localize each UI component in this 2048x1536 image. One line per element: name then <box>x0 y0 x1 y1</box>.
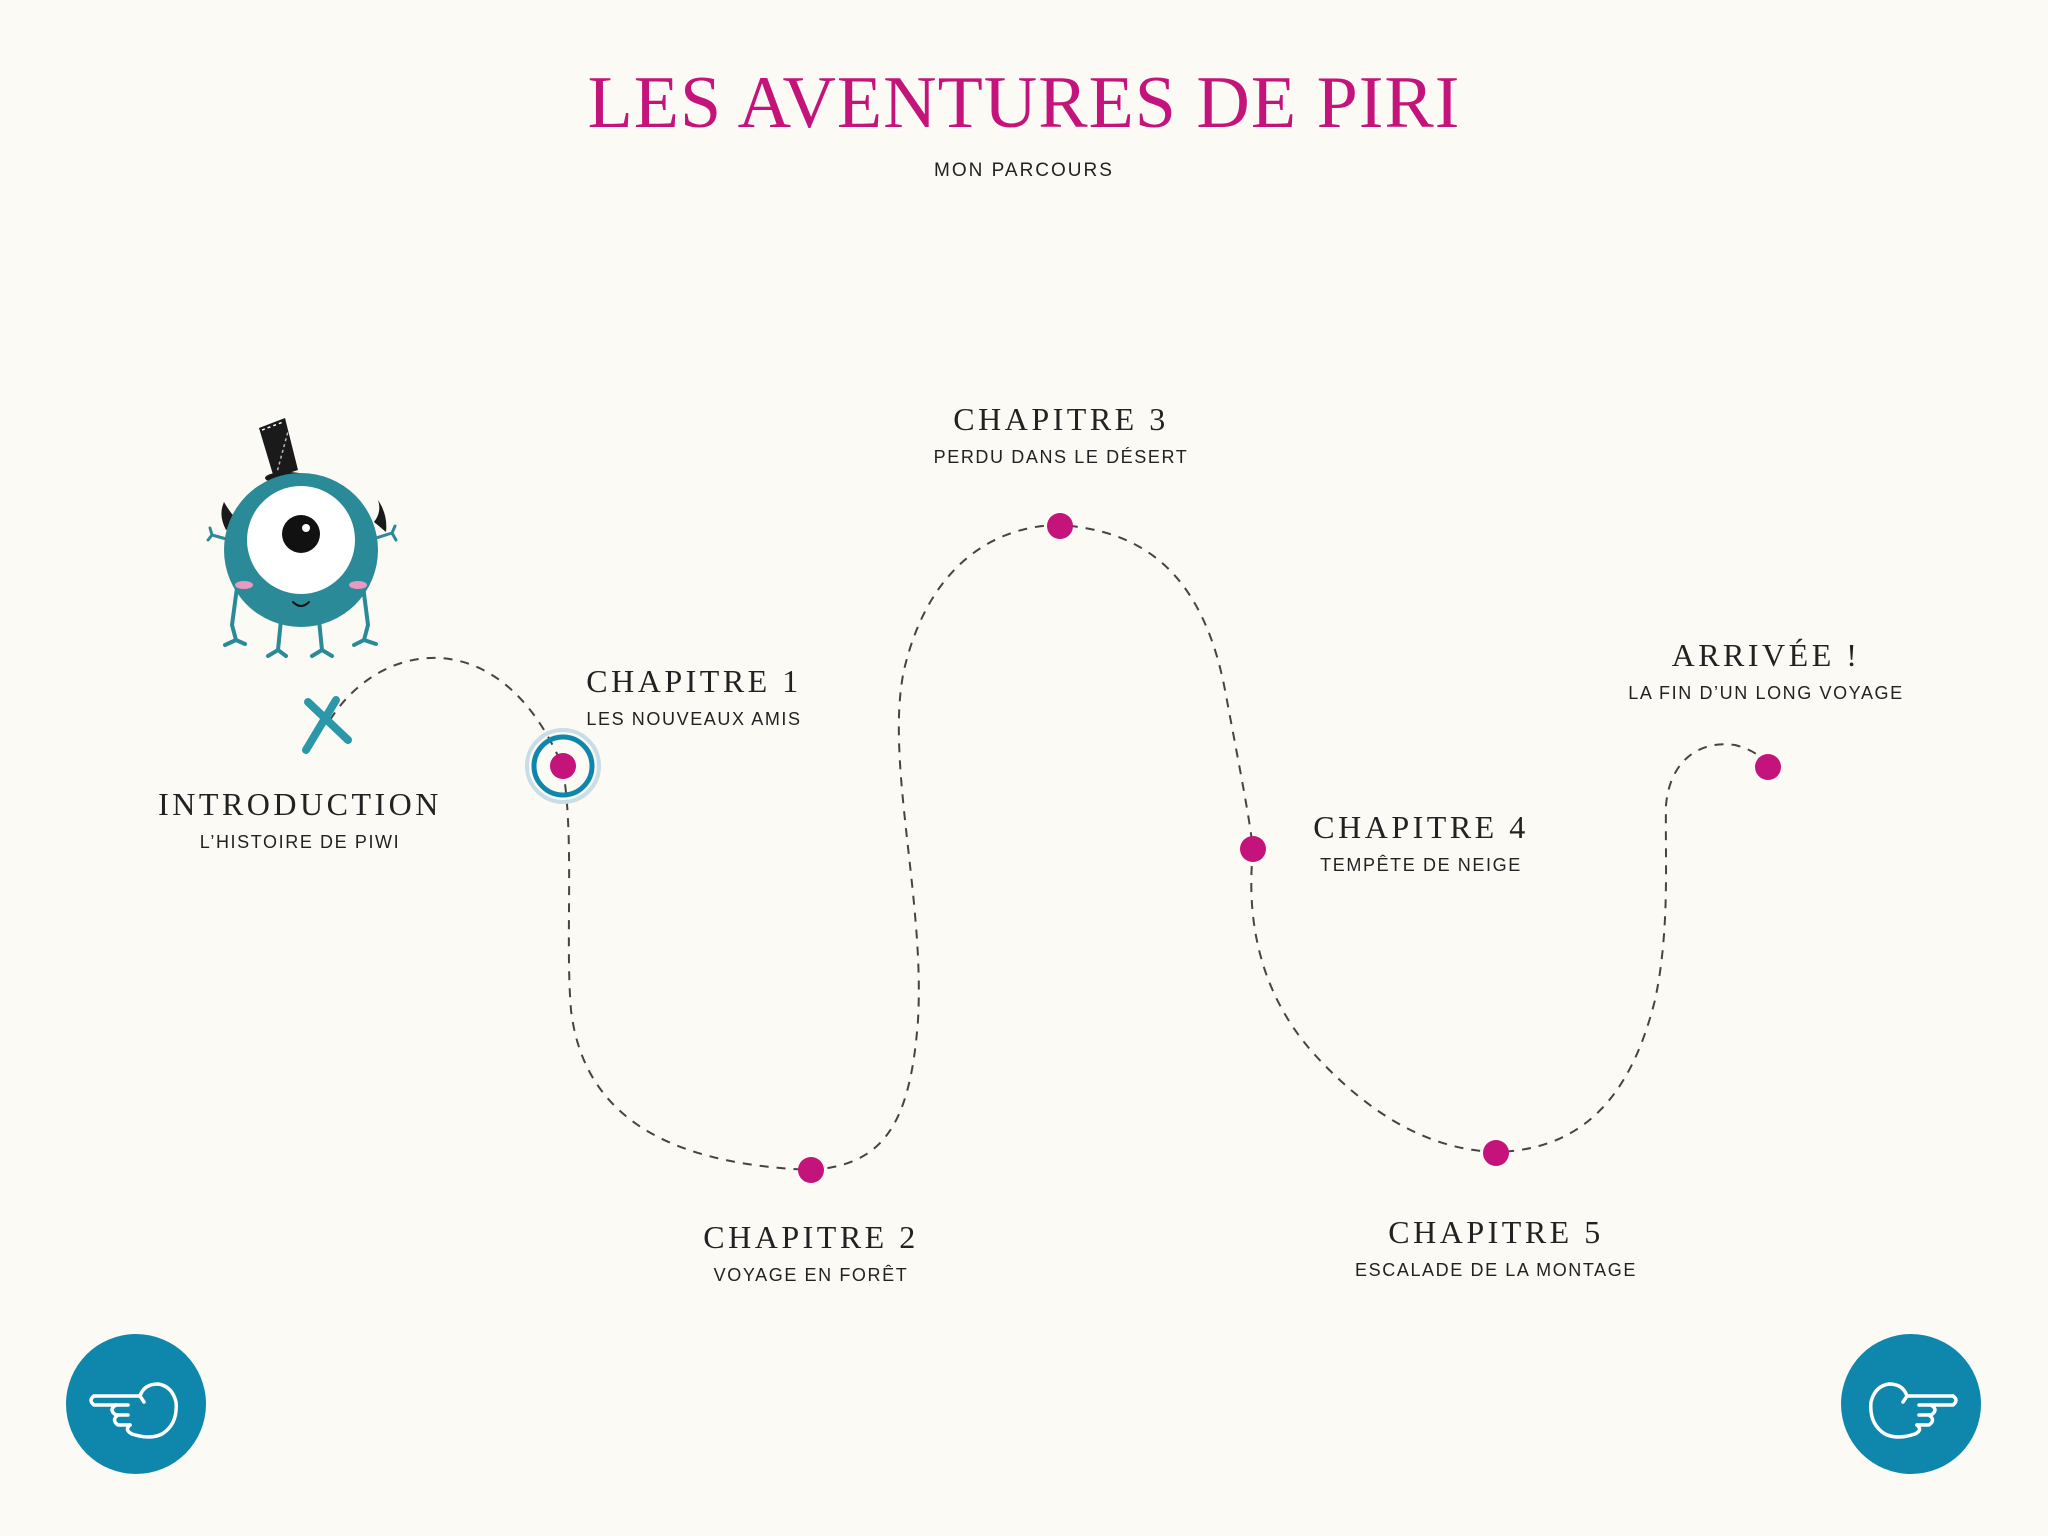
chapter-4[interactable]: CHAPITRE 4 TEMPÊTE DE NEIGE <box>1211 811 1631 876</box>
chapter-2[interactable]: CHAPITRE 2 VOYAGE EN FORÊT <box>601 1221 1021 1286</box>
chapter-5-subtitle: ESCALADE DE LA MONTAGE <box>1355 1260 1637 1280</box>
chapter-5-title: CHAPITRE 5 <box>1388 1214 1604 1250</box>
hand-pointing-right-icon <box>1869 1382 1958 1439</box>
chapter-5[interactable]: CHAPITRE 5 ESCALADE DE LA MONTAGE <box>1286 1216 1706 1281</box>
checkpoint-end[interactable] <box>1755 754 1781 780</box>
start-x-icon <box>302 696 352 754</box>
checkpoint-ch2[interactable] <box>798 1157 824 1183</box>
checkpoint-ch1-current[interactable] <box>525 728 601 804</box>
journey-map <box>206 418 1781 1183</box>
chapter-3-title: CHAPITRE 3 <box>953 401 1169 437</box>
chapter-1-subtitle: LES NOUVEAUX AMIS <box>586 709 802 729</box>
chapter-3[interactable]: CHAPITRE 3 PERDU DANS LE DÉSERT <box>851 403 1271 468</box>
hand-pointing-left-icon <box>89 1382 178 1439</box>
chapter-4-subtitle: TEMPÊTE DE NEIGE <box>1320 855 1522 875</box>
chapter-3-subtitle: PERDU DANS LE DÉSERT <box>933 447 1189 467</box>
chapter-intro-title: INTRODUCTION <box>158 786 442 822</box>
checkpoint-ch3[interactable] <box>1047 513 1073 539</box>
chapter-end-subtitle: LA FIN D’UN LONG VOYAGE <box>1628 683 1904 703</box>
mascot-piri <box>206 418 398 658</box>
chapter-2-subtitle: VOYAGE EN FORÊT <box>713 1265 909 1285</box>
chapter-intro[interactable]: INTRODUCTION L’HISTOIRE DE PIWI <box>90 788 510 853</box>
chapter-4-title: CHAPITRE 4 <box>1313 809 1529 845</box>
chapter-end[interactable]: ARRIVÉE ! LA FIN D’UN LONG VOYAGE <box>1556 639 1976 704</box>
chapter-1-title: CHAPITRE 1 <box>586 663 802 699</box>
chapter-end-title: ARRIVÉE ! <box>1671 637 1861 673</box>
chapter-1[interactable]: CHAPITRE 1 LES NOUVEAUX AMIS <box>484 665 904 730</box>
checkpoint-ch5[interactable] <box>1483 1140 1509 1166</box>
chapter-intro-subtitle: L’HISTOIRE DE PIWI <box>199 832 401 852</box>
chapter-2-title: CHAPITRE 2 <box>703 1219 919 1255</box>
previous-button[interactable] <box>66 1334 206 1474</box>
next-button[interactable] <box>1841 1334 1981 1474</box>
